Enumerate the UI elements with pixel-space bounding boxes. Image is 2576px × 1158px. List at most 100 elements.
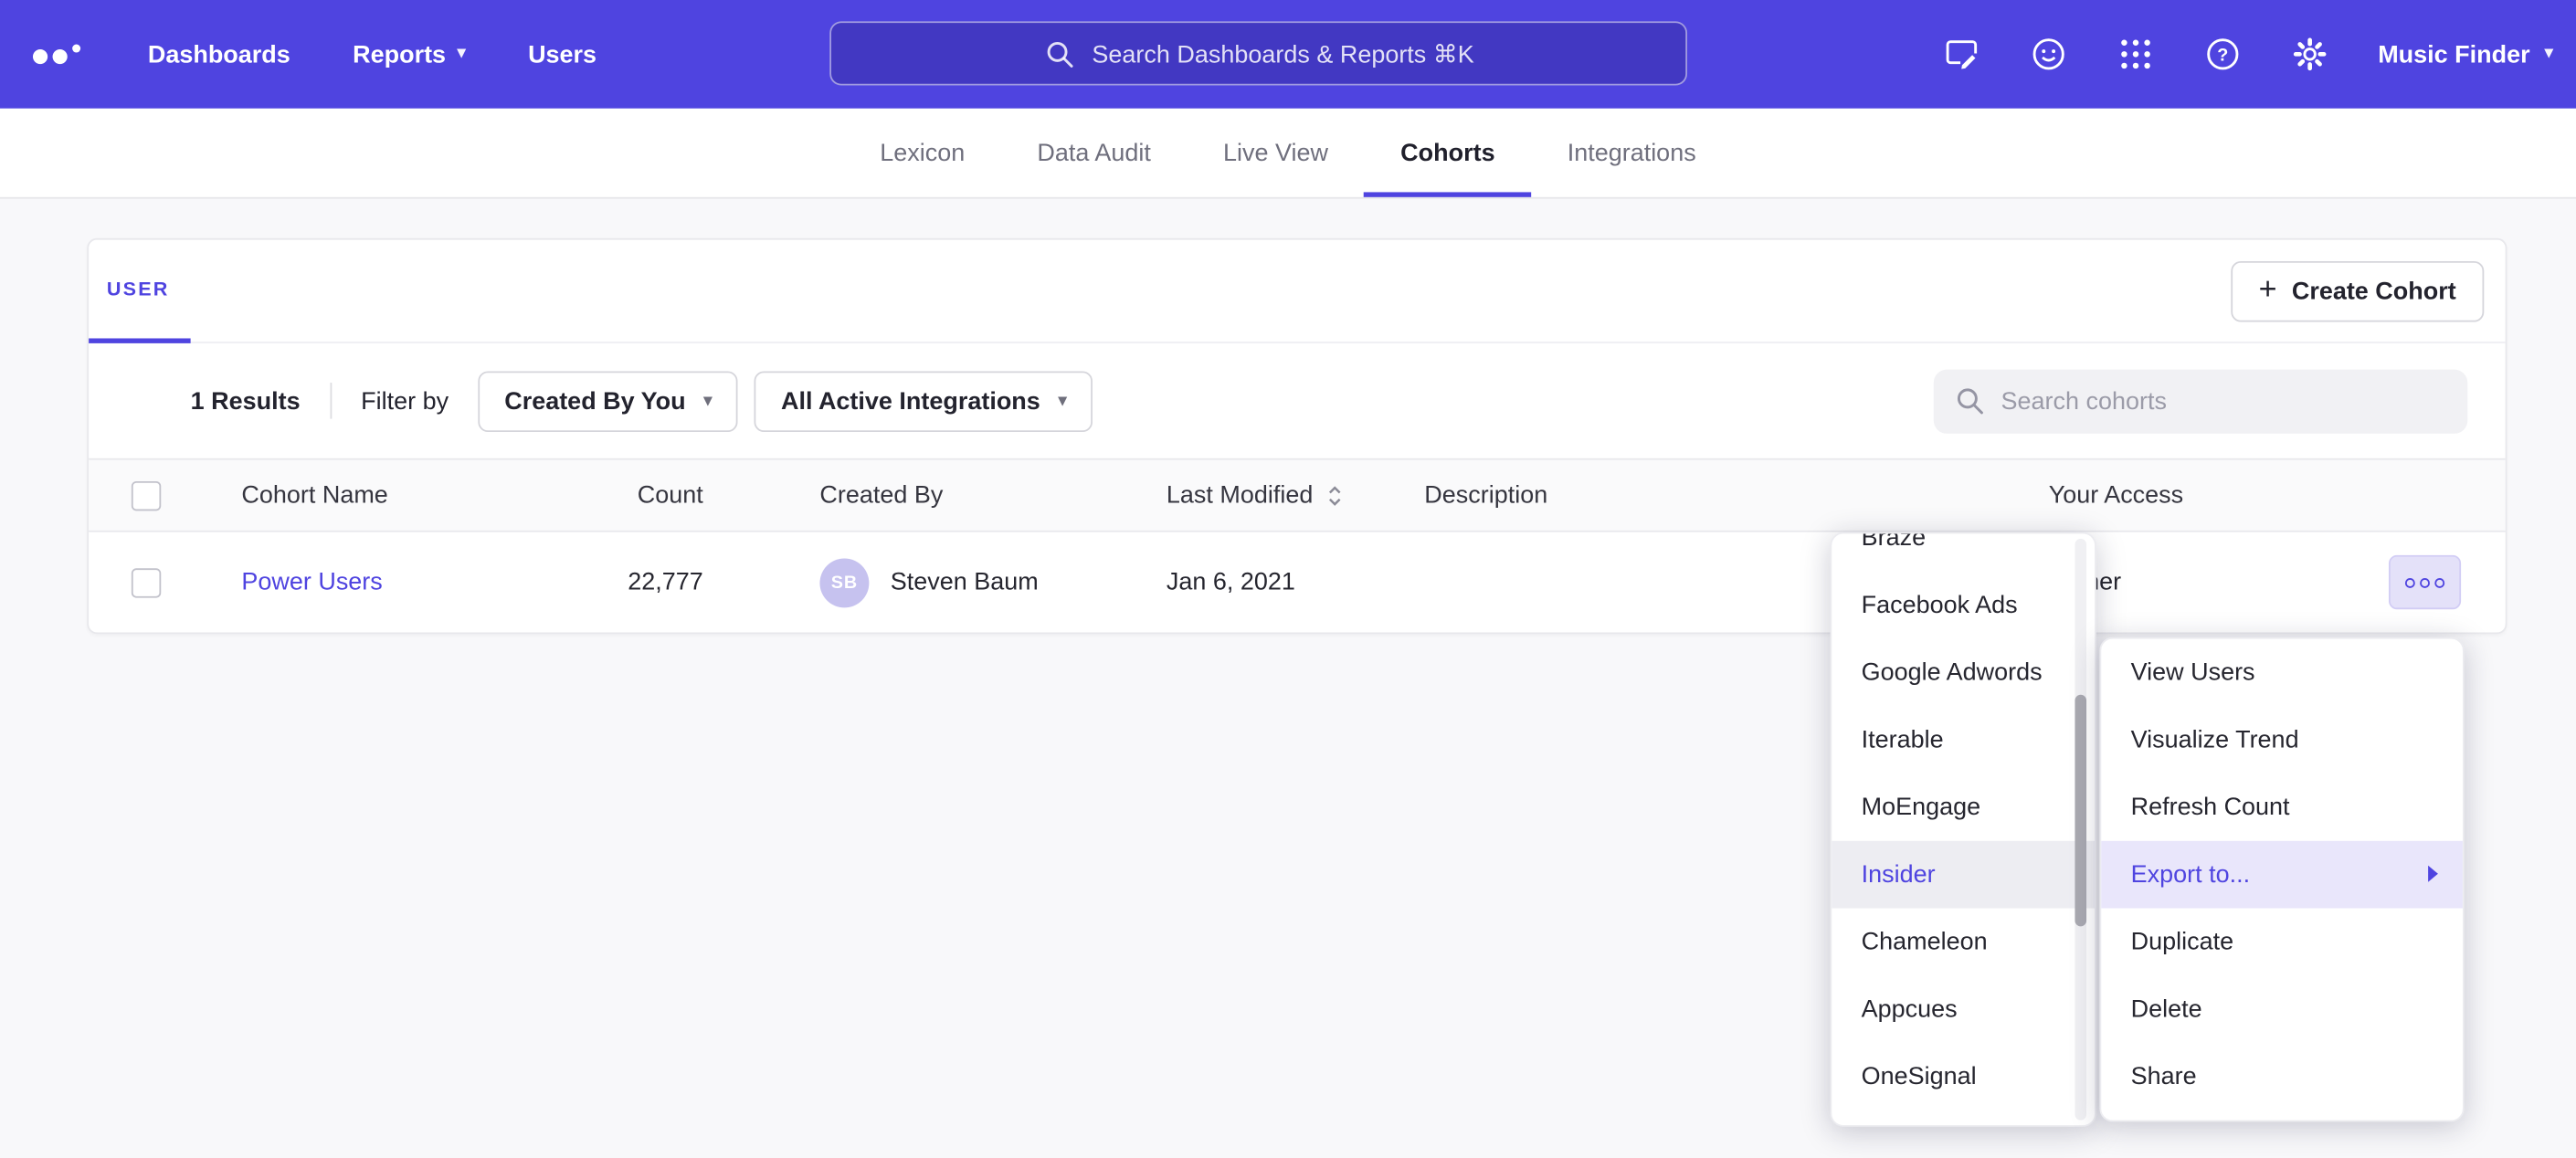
created-by-filter-label: Created By You <box>504 387 685 416</box>
top-nav-bar: Dashboards Reports ▾ Users Search Dashbo… <box>0 0 2576 109</box>
select-all-checkbox[interactable] <box>132 480 161 510</box>
chevron-down-icon: ▾ <box>2545 46 2553 62</box>
menu-item-label: Insider <box>1862 860 1936 889</box>
primary-nav: Dashboards Reports ▾ Users <box>148 40 596 68</box>
menu-item-label: Appcues <box>1862 995 1958 1024</box>
menu-item-google-adwords[interactable]: Google Adwords <box>1832 639 2095 707</box>
cohort-count: 22,777 <box>537 568 703 596</box>
global-search-placeholder: Search Dashboards & Reports ⌘K <box>1092 38 1473 68</box>
chevron-down-icon: ▾ <box>703 392 712 410</box>
menu-item-chameleon[interactable]: Chameleon <box>1832 909 2095 976</box>
table-row[interactable]: Power Users 22,777 SB Steven Baum Jan 6,… <box>89 532 2506 633</box>
menu-item-label: Braze <box>1862 532 1926 553</box>
more-actions-button[interactable] <box>2389 555 2461 609</box>
row-actions-cell <box>2356 555 2506 609</box>
cohort-actions-menu: View Users Visualize Trend Refresh Count… <box>2099 637 2464 1122</box>
top-nav-right: ? <box>1943 0 2553 109</box>
divider <box>330 383 332 419</box>
search-icon <box>1953 384 1986 417</box>
feedback-icon[interactable] <box>1943 35 1982 74</box>
workspace-name: Music Finder <box>2378 40 2529 68</box>
menu-item-label: Export to... <box>2131 860 2250 889</box>
menu-item-refresh-count[interactable]: Refresh Count <box>2101 774 2463 841</box>
mixpanel-logo-icon[interactable] <box>33 45 80 65</box>
col-header-count: Count <box>537 481 703 510</box>
tab-user-cohorts[interactable]: USER <box>89 240 191 343</box>
menu-item-label: Visualize Trend <box>2131 726 2299 754</box>
tab-data-audit[interactable]: Data Audit <box>1001 109 1188 197</box>
menu-item-label: MoEngage <box>1862 794 1981 822</box>
cohorts-card: USER + Create Cohort 1 Results Filter by… <box>87 238 2507 634</box>
app-window: Dashboards Reports ▾ Users Search Dashbo… <box>0 0 2576 1158</box>
menu-item-braze[interactable]: Braze <box>1832 532 2095 572</box>
plus-icon: + <box>2259 273 2277 304</box>
search-icon <box>1042 37 1075 69</box>
logo-dot <box>33 49 48 64</box>
avatar: SB <box>819 558 869 607</box>
workspace-switcher[interactable]: Music Finder ▾ <box>2378 40 2553 68</box>
integrations-filter-label: All Active Integrations <box>781 387 1040 416</box>
menu-item-view-users[interactable]: View Users <box>2101 639 2463 707</box>
menu-item-label: View Users <box>2131 658 2255 687</box>
menu-item-label: Chameleon <box>1862 928 1988 956</box>
col-header-created-by: Created By <box>703 481 1167 510</box>
nav-reports[interactable]: Reports ▾ <box>353 40 466 68</box>
menu-item-duplicate[interactable]: Duplicate <box>2101 909 2463 976</box>
tab-live-view[interactable]: Live View <box>1187 109 1364 197</box>
create-cohort-label: Create Cohort <box>2292 277 2456 305</box>
menu-item-label: Google Adwords <box>1862 658 2043 687</box>
dot-icon <box>2434 577 2444 587</box>
col-header-cohort-name: Cohort Name <box>241 481 537 510</box>
menu-item-label: Refresh Count <box>2131 794 2290 822</box>
support-smiley-icon[interactable] <box>2030 35 2069 74</box>
logo-dot <box>53 49 68 64</box>
nav-dashboards-label: Dashboards <box>148 40 290 68</box>
menu-item-moengage[interactable]: MoEngage <box>1832 774 2095 841</box>
menu-item-iterable[interactable]: Iterable <box>1832 706 2095 774</box>
cohort-search-input[interactable] <box>2001 387 2448 416</box>
col-header-description: Description <box>1424 481 2048 510</box>
row-checkbox-cell <box>89 567 241 596</box>
menu-item-insider[interactable]: Insider <box>1832 841 2095 909</box>
table-header-row: Cohort Name Count Created By Last Modifi… <box>89 458 2506 532</box>
tab-cohorts[interactable]: Cohorts <box>1365 109 1532 197</box>
filter-toolbar: 1 Results Filter by Created By You ▾ All… <box>89 343 2506 458</box>
menu-item-facebook-ads[interactable]: Facebook Ads <box>1832 572 2095 639</box>
menu-item-export-to[interactable]: Export to... <box>2101 841 2463 909</box>
created-by-name: Steven Baum <box>891 568 1039 596</box>
apps-grid-icon[interactable] <box>2117 35 2156 74</box>
menu-item-label: Iterable <box>1862 726 1944 754</box>
cohort-name-link[interactable]: Power Users <box>241 568 382 596</box>
menu-item-share[interactable]: Share <box>2101 1043 2463 1111</box>
menu-item-label: Share <box>2131 1063 2197 1091</box>
col-header-your-access: Your Access <box>2049 481 2356 510</box>
cohort-search-box <box>1934 369 2468 433</box>
help-icon[interactable]: ? <box>2204 35 2243 74</box>
tab-integrations[interactable]: Integrations <box>1531 109 1732 197</box>
menu-item-delete[interactable]: Delete <box>2101 975 2463 1043</box>
menu-item-label: Facebook Ads <box>1862 591 2018 619</box>
filter-by-label: Filter by <box>361 387 449 416</box>
sort-icon <box>1325 484 1346 507</box>
integrations-filter-dropdown[interactable]: All Active Integrations ▾ <box>755 371 1093 432</box>
submenu-arrow-icon <box>2428 866 2438 882</box>
scrollbar-thumb[interactable] <box>2075 695 2086 927</box>
global-search-input[interactable]: Search Dashboards & Reports ⌘K <box>829 21 1687 85</box>
nav-users[interactable]: Users <box>528 40 596 68</box>
results-count: 1 Results <box>191 387 301 416</box>
col-header-last-modified[interactable]: Last Modified <box>1167 481 1424 510</box>
nav-dashboards[interactable]: Dashboards <box>148 40 290 68</box>
created-by-cell: SB Steven Baum <box>703 558 1167 607</box>
menu-item-visualize-trend[interactable]: Visualize Trend <box>2101 706 2463 774</box>
nav-reports-label: Reports <box>353 40 446 68</box>
tab-lexicon[interactable]: Lexicon <box>844 109 1001 197</box>
row-checkbox[interactable] <box>132 567 161 596</box>
menu-item-label: Duplicate <box>2131 928 2233 956</box>
create-cohort-button[interactable]: + Create Cohort <box>2231 260 2484 321</box>
created-by-filter-dropdown[interactable]: Created By You ▾ <box>478 371 738 432</box>
export-destinations-menu: Braze Facebook Ads Google Adwords Iterab… <box>1830 532 2096 1127</box>
last-modified-cell: Jan 6, 2021 <box>1167 568 1424 596</box>
menu-item-appcues[interactable]: Appcues <box>1832 975 2095 1043</box>
settings-gear-icon[interactable] <box>2291 35 2330 74</box>
menu-item-onesignal[interactable]: OneSignal <box>1832 1043 2095 1111</box>
